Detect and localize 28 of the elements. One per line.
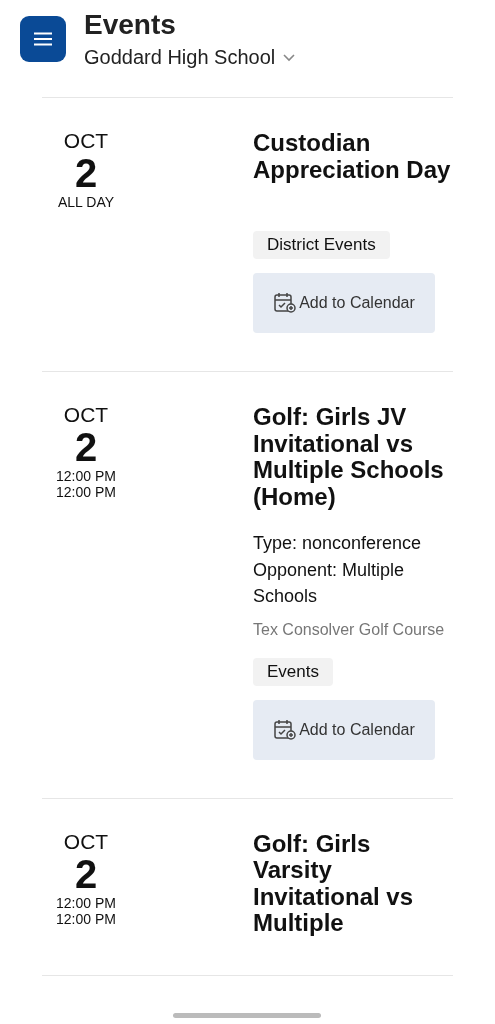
menu-button[interactable] xyxy=(20,16,66,62)
chevron-down-icon xyxy=(283,53,296,62)
event-day: 2 xyxy=(74,152,98,194)
add-to-calendar-button[interactable]: Add to Calendar xyxy=(253,273,435,333)
event-time: 12:00 PM xyxy=(56,910,116,927)
event-title: Golf: Girls Varsity Invitational vs Multiple xyxy=(253,830,415,937)
add-to-calendar-button[interactable]: Add to Calendar xyxy=(253,699,435,760)
event-month: OCT xyxy=(63,830,109,853)
event-day: 2 xyxy=(74,852,98,895)
calendar-check-icon xyxy=(273,291,298,315)
event-title: Golf: Girls JV Invitational vs Multiple Schools (Home) xyxy=(253,404,445,510)
event-category: Events xyxy=(253,657,333,686)
event-category: District Events xyxy=(253,231,390,259)
event-time: 12:00 PM xyxy=(56,894,116,911)
event-time: 12:00 PM xyxy=(56,468,116,484)
event-month: OCT xyxy=(63,404,109,426)
event-month: OCT xyxy=(63,130,109,152)
school-selector[interactable]: Goddard High School xyxy=(84,46,296,69)
event-title: Custodian Appreciation Day xyxy=(253,130,452,183)
menu-icon xyxy=(34,32,52,46)
event-time: 12:00 PM xyxy=(56,484,116,500)
calendar-check-icon xyxy=(273,717,298,742)
event-time: ALL DAY xyxy=(58,194,114,210)
event-day: 2 xyxy=(74,426,98,468)
event-detail: Type: nonconference xyxy=(253,532,423,555)
event-location: Tex Consolver Golf Course xyxy=(253,619,445,640)
page-title: Events xyxy=(84,10,177,40)
event-detail: Opponent: Multiple Schools xyxy=(253,558,406,608)
